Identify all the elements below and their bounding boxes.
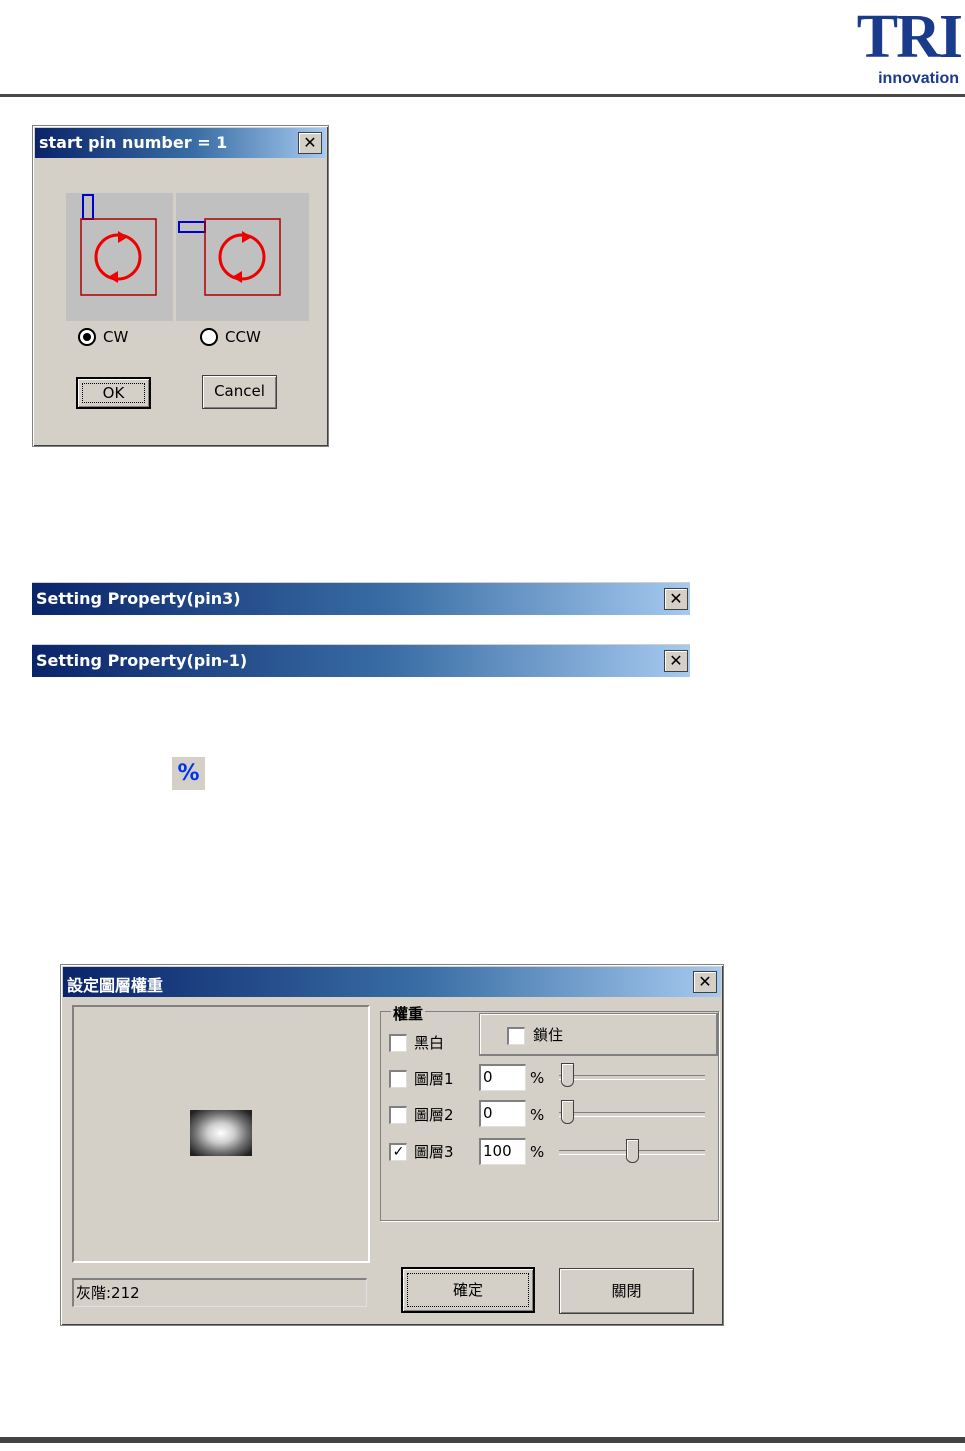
layer2-slider-track — [559, 1112, 705, 1117]
bw-checkbox[interactable] — [389, 1034, 407, 1052]
ccw-radio[interactable] — [200, 328, 218, 346]
dialog-titlebar: start pin number = 1 ✕ — [35, 128, 326, 158]
logo-mark: TRI — [856, 3, 963, 71]
layer2-unit: % — [530, 1106, 545, 1124]
weight-group-label: 權重 — [391, 1003, 426, 1024]
ccw-preview — [176, 193, 309, 321]
layer1-value-field[interactable]: 0 — [479, 1064, 526, 1091]
layer1-slider-track — [559, 1075, 705, 1080]
layer3-label: 圖層3 — [414, 1143, 454, 1161]
bar-title: Setting Property(pin3) — [36, 589, 241, 608]
header-divider — [0, 94, 965, 97]
layer-weight-dialog: 設定圖層權重 ✕ 權重 黑白 鎖住 圖層1 0 % 圖層2 0 % ✓ 圖層3 … — [60, 964, 724, 1326]
layer2-label: 圖層2 — [414, 1106, 454, 1124]
layer3-checkbox[interactable]: ✓ — [389, 1143, 407, 1161]
close-button[interactable]: ✕ — [664, 650, 688, 672]
layer3-value-field[interactable]: 100 — [479, 1138, 526, 1165]
lock-panel: 鎖住 — [479, 1013, 718, 1056]
cw-diagram — [80, 194, 157, 296]
layer1-slider-thumb[interactable] — [561, 1063, 574, 1087]
radio-selected-dot — [83, 333, 91, 341]
ccw-diagram — [178, 218, 281, 296]
layer3-slider-thumb[interactable] — [626, 1139, 639, 1163]
dialog-close-button-label: 關閉 — [611, 1282, 642, 1300]
logo-wordmark: innovation — [878, 70, 959, 87]
focus-rect — [407, 1273, 529, 1307]
image-preview — [72, 1005, 370, 1263]
cancel-button-label: Cancel — [214, 382, 265, 400]
footer-divider — [0, 1437, 965, 1443]
start-pin-dialog: start pin number = 1 ✕ CW CCW OK Cancel — [32, 125, 329, 447]
setting-property-bar-pin-1: Setting Property(pin-1) ✕ — [32, 644, 690, 677]
close-button[interactable]: ✕ — [298, 132, 322, 154]
setting-property-bar-pin3: Setting Property(pin3) ✕ — [32, 582, 690, 615]
close-button[interactable]: ✕ — [693, 971, 717, 993]
layer2-checkbox[interactable] — [389, 1106, 407, 1124]
ccw-label: CCW — [225, 328, 261, 346]
dialog-titlebar: 設定圖層權重 ✕ — [63, 967, 721, 997]
layer2-value-field[interactable]: 0 — [479, 1100, 526, 1127]
lock-label: 鎖住 — [533, 1026, 564, 1044]
layer1-unit: % — [530, 1069, 545, 1087]
company-logo: TRI innovation — [849, 3, 963, 90]
bar-title: Setting Property(pin-1) — [36, 651, 248, 670]
dialog-close-button[interactable]: 關閉 — [559, 1268, 694, 1314]
layer3-unit: % — [530, 1143, 545, 1161]
lock-checkbox[interactable] — [507, 1027, 525, 1045]
cw-radio[interactable] — [78, 328, 96, 346]
focus-rect — [82, 383, 145, 403]
layer1-label: 圖層1 — [414, 1070, 454, 1088]
cancel-button[interactable]: Cancel — [202, 375, 277, 409]
dialog-title: start pin number = 1 — [39, 133, 228, 152]
bw-label: 黑白 — [414, 1034, 445, 1052]
cw-preview — [66, 193, 173, 321]
preview-thumbnail — [190, 1110, 252, 1156]
gray-level-status: 灰階:212 — [72, 1278, 367, 1307]
dialog-title: 設定圖層權重 — [67, 976, 164, 995]
cw-label: CW — [103, 328, 129, 346]
percent-glyph: % — [177, 761, 200, 786]
percent-icon[interactable]: % — [172, 757, 205, 790]
ok-button[interactable]: OK — [76, 377, 151, 409]
close-button[interactable]: ✕ — [664, 588, 688, 610]
layer2-slider-thumb[interactable] — [561, 1100, 574, 1124]
layer1-checkbox[interactable] — [389, 1070, 407, 1088]
confirm-button[interactable]: 確定 — [401, 1267, 535, 1313]
